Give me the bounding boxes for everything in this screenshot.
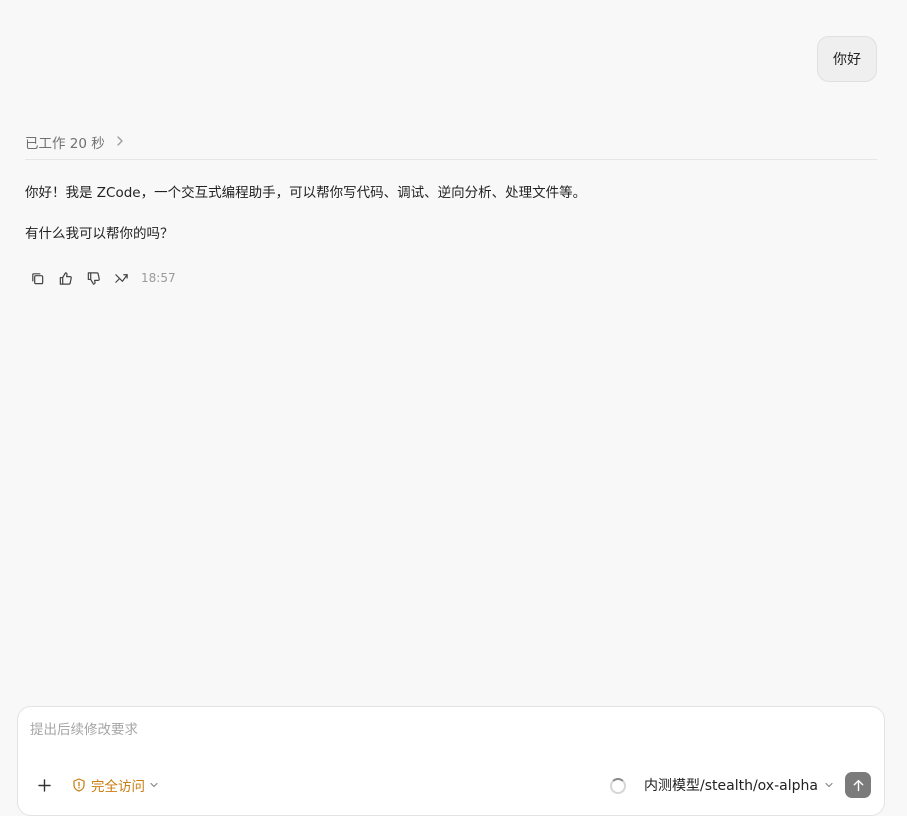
thumbs-down-button[interactable] (81, 267, 105, 289)
thumbs-up-button[interactable] (53, 267, 77, 289)
send-button[interactable] (845, 772, 871, 798)
user-message-bubble: 你好 (817, 36, 877, 82)
model-name: 内测模型/stealth/ox-alpha (644, 778, 818, 794)
worked-status-text: 已工作 20 秒 (25, 136, 105, 152)
shield-icon (73, 778, 85, 792)
access-mode-label: 完全访问 (91, 779, 145, 795)
thumbs-up-icon (59, 271, 72, 285)
chevron-down-icon (150, 782, 158, 788)
worked-status-toggle[interactable]: 已工作 20 秒 (25, 130, 877, 160)
copy-icon (31, 272, 43, 284)
message-timestamp: 18:57 (141, 271, 176, 285)
reply-paragraph: 你好！我是 ZCode，一个交互式编程助手，可以帮你写代码、调试、逆向分析、处理… (25, 185, 587, 201)
arrow-up-icon (853, 779, 863, 791)
access-mode-dropdown[interactable]: 完全访问 (72, 774, 159, 796)
reply-paragraph: 有什么我可以帮你的吗？ (25, 226, 174, 242)
model-select-dropdown[interactable]: 内测模型/stealth/ox-alpha (644, 774, 834, 796)
user-message-text: 你好 (833, 52, 861, 68)
message-actions: 18:57 (25, 267, 176, 289)
follow-up-input[interactable] (30, 717, 850, 743)
thumbs-down-icon (87, 271, 100, 285)
branch-button[interactable] (109, 267, 133, 289)
copy-button[interactable] (25, 267, 49, 289)
loading-spinner-icon (610, 778, 626, 794)
add-attachment-button[interactable] (34, 775, 54, 795)
chevron-right-icon (117, 136, 123, 146)
plus-icon (37, 778, 51, 792)
assistant-reply: 你好！我是 ZCode，一个交互式编程助手，可以帮你写代码、调试、逆向分析、处理… (25, 183, 847, 244)
branch-icon (114, 273, 128, 283)
chevron-down-icon (825, 782, 833, 788)
composer: 完全访问 内测模型/stealth/ox-alpha (17, 706, 885, 816)
